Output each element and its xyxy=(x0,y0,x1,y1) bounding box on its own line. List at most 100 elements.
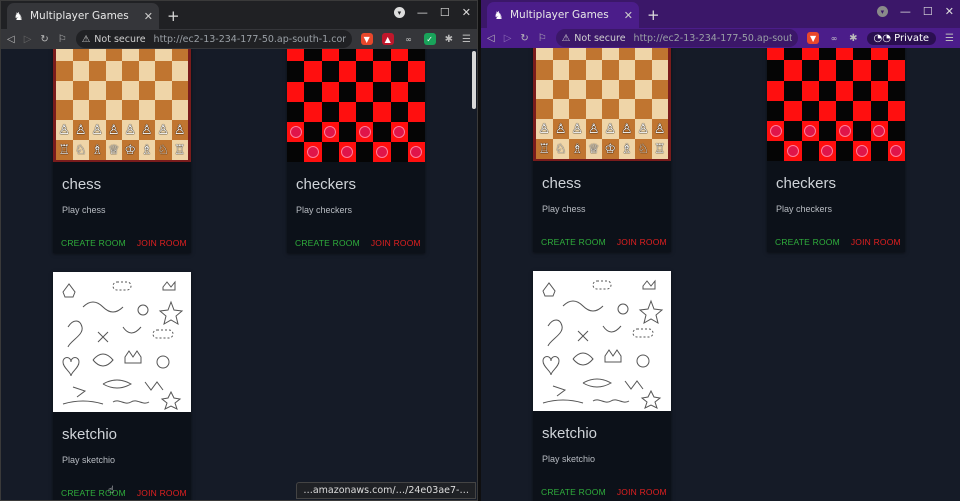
create-room-button[interactable]: CREATE ROOM xyxy=(295,238,360,248)
checkers-board-image xyxy=(287,49,425,162)
card-actions: CREATE ROOM JOIN ROOM xyxy=(61,488,191,498)
game-title: checkers xyxy=(776,175,837,192)
reload-icon[interactable]: ↻ xyxy=(520,33,528,44)
page-content: ♜♞♝♛♚♝♞♜ ♟♟♟♟♟♟♟♟ ♙♙♙♙♙♙♙♙ ♖♘♗♕♔♗♘♖ ches… xyxy=(1,49,477,500)
join-room-button[interactable]: JOIN ROOM xyxy=(137,488,187,498)
game-title: chess xyxy=(62,176,102,193)
new-tab-button[interactable]: + xyxy=(647,6,660,24)
address-bar[interactable]: ⚠ Not secure http://ec2-13-234-177-50.ap… xyxy=(75,30,352,48)
join-room-button[interactable]: JOIN ROOM xyxy=(617,487,667,497)
reload-icon[interactable]: ↻ xyxy=(40,34,48,45)
game-title: chess xyxy=(542,175,582,192)
private-window-badge[interactable]: ◔◔ Private xyxy=(866,31,937,45)
game-card-chess: ♜♞♝♛♚♝♞♜ ♟♟♟♟♟♟♟♟ ♙♙♙♙♙♙♙♙ ♖♘♗♕♔♗♘♖ ches… xyxy=(53,49,191,253)
game-card-sketchio: sketchio Play sketchio CREATE ROOM JOIN … xyxy=(533,271,671,501)
shield-extension-icon[interactable]: ✓ xyxy=(423,33,436,45)
extensions-puzzle-icon[interactable]: ✱ xyxy=(445,34,453,45)
back-icon[interactable]: ◁ xyxy=(7,34,15,45)
chess-board-image: ♜♞♝♛♚♝♞♜ ♟♟♟♟♟♟♟♟ ♙♙♙♙♙♙♙♙ ♖♘♗♕♔♗♘♖ xyxy=(53,49,191,162)
glasses-extension-icon[interactable]: ∞ xyxy=(403,33,415,45)
menu-icon[interactable]: ☰ xyxy=(945,33,954,44)
minimize-button[interactable]: — xyxy=(417,6,428,19)
window-controls: ▾ — ☐ ✕ xyxy=(876,5,954,18)
game-description: Play checkers xyxy=(296,205,353,215)
card-actions: CREATE ROOM JOIN ROOM xyxy=(541,487,671,497)
tab-title: Multiplayer Games xyxy=(30,10,129,22)
chess-knight-icon: ♞ xyxy=(13,9,24,23)
game-card-chess: ♜♞♝♛♚♝♞♜ ♟♟♟♟♟♟♟♟ ♙♙♙♙♙♙♙♙ ♖♘♗♕♔♗♘♖ ches… xyxy=(533,48,671,252)
create-room-button[interactable]: CREATE ROOM xyxy=(61,238,126,248)
card-actions: CREATE ROOM JOIN ROOM xyxy=(775,237,905,247)
game-title: sketchio xyxy=(542,425,598,442)
navigation-toolbar: ◁ ▷ ↻ ⚐ ⚠ Not secure http://ec2-13-234-1… xyxy=(1,29,477,49)
tab-multiplayer-games[interactable]: ♞ Multiplayer Games ✕ xyxy=(487,2,639,28)
chess-board-image: ♜♞♝♛♚♝♞♜ ♟♟♟♟♟♟♟♟ ♙♙♙♙♙♙♙♙ ♖♘♗♕♔♗♘♖ xyxy=(533,48,671,161)
address-bar[interactable]: ⚠ Not secure http://ec2-13-234-177-50.ap… xyxy=(555,29,799,47)
brave-shield-icon[interactable]: ▼ xyxy=(360,33,373,45)
game-card-checkers: checkers Play checkers CREATE ROOM JOIN … xyxy=(287,49,425,253)
card-actions: CREATE ROOM JOIN ROOM xyxy=(61,238,191,248)
extensions-puzzle-icon[interactable]: ✱ xyxy=(849,33,857,44)
join-room-button[interactable]: JOIN ROOM xyxy=(137,238,187,248)
desktop: ♞ Multiplayer Games ✕ + ▾ — ☐ ✕ ◁ ▷ ↻ ⚐ … xyxy=(0,0,960,501)
game-title: sketchio xyxy=(62,426,118,443)
window-controls: ▾ — ☐ ✕ xyxy=(393,6,471,19)
game-card-checkers: checkers Play checkers CREATE ROOM JOIN … xyxy=(767,48,905,252)
sketchio-doodle-image xyxy=(533,271,671,411)
url-text: http://ec2-13-234-177-50.ap-sout... xyxy=(633,32,793,44)
status-bar-url: …amazonaws.com/…/24e03ae7-… xyxy=(296,482,476,499)
checkers-board-image xyxy=(767,48,905,161)
minimize-button[interactable]: — xyxy=(900,5,911,18)
game-description: Play sketchio xyxy=(62,455,116,465)
scrollbar-thumb[interactable] xyxy=(472,51,476,109)
menu-icon[interactable]: ☰ xyxy=(462,34,471,45)
warning-icon: ⚠ xyxy=(561,32,571,44)
tab-title: Multiplayer Games xyxy=(510,9,609,21)
brave-shield-icon[interactable]: ▼ xyxy=(807,32,820,44)
close-tab-icon[interactable]: ✕ xyxy=(144,10,153,23)
game-description: Play checkers xyxy=(776,204,833,214)
tab-strip: ♞ Multiplayer Games ✕ + ▾ — ☐ ✕ xyxy=(1,1,477,29)
bookmark-icon[interactable]: ⚐ xyxy=(538,33,547,44)
maximize-button[interactable]: ☐ xyxy=(440,6,450,19)
url-text: http://ec2-13-234-177-50.ap-south-1.com.… xyxy=(153,33,346,45)
tab-search-icon[interactable]: ▾ xyxy=(393,7,405,18)
join-room-button[interactable]: JOIN ROOM xyxy=(617,237,667,247)
card-actions: CREATE ROOM JOIN ROOM xyxy=(541,237,671,247)
card-actions: CREATE ROOM JOIN ROOM xyxy=(295,238,425,248)
brave-rewards-icon[interactable]: ▲ xyxy=(381,33,394,45)
tab-strip: ♞ Multiplayer Games ✕ + ▾ — ☐ ✕ xyxy=(481,0,960,28)
mouse-cursor-icon: ☝ xyxy=(108,485,115,496)
bookmark-icon[interactable]: ⚐ xyxy=(58,34,67,45)
create-room-button[interactable]: CREATE ROOM xyxy=(541,487,606,497)
back-icon[interactable]: ◁ xyxy=(487,33,495,44)
game-description: Play chess xyxy=(62,205,106,215)
warning-icon: ⚠ xyxy=(81,33,91,45)
new-tab-button[interactable]: + xyxy=(167,7,180,25)
browser-window-left: ♞ Multiplayer Games ✕ + ▾ — ☐ ✕ ◁ ▷ ↻ ⚐ … xyxy=(0,0,478,501)
create-room-button[interactable]: CREATE ROOM xyxy=(61,488,126,498)
close-tab-icon[interactable]: ✕ xyxy=(624,9,633,22)
page-content: ♜♞♝♛♚♝♞♜ ♟♟♟♟♟♟♟♟ ♙♙♙♙♙♙♙♙ ♖♘♗♕♔♗♘♖ ches… xyxy=(481,48,960,501)
navigation-toolbar: ◁ ▷ ↻ ⚐ ⚠ Not secure http://ec2-13-234-1… xyxy=(481,28,960,48)
not-secure-label: Not secure xyxy=(574,32,626,44)
tab-search-icon[interactable]: ▾ xyxy=(876,6,888,17)
maximize-button[interactable]: ☐ xyxy=(923,5,933,18)
tab-multiplayer-games[interactable]: ♞ Multiplayer Games ✕ xyxy=(7,3,159,29)
create-room-button[interactable]: CREATE ROOM xyxy=(541,237,606,247)
incognito-glasses-icon: ◔◔ xyxy=(873,32,895,44)
close-window-button[interactable]: ✕ xyxy=(462,6,471,19)
game-description: Play chess xyxy=(542,204,586,214)
join-room-button[interactable]: JOIN ROOM xyxy=(851,237,901,247)
forward-icon[interactable]: ▷ xyxy=(504,33,512,44)
join-room-button[interactable]: JOIN ROOM xyxy=(371,238,421,248)
browser-window-right-private: ♞ Multiplayer Games ✕ + ▾ — ☐ ✕ ◁ ▷ ↻ ⚐ … xyxy=(481,0,960,501)
create-room-button[interactable]: CREATE ROOM xyxy=(775,237,840,247)
game-description: Play sketchio xyxy=(542,454,596,464)
not-secure-label: Not secure xyxy=(94,33,146,45)
close-window-button[interactable]: ✕ xyxy=(945,5,954,18)
glasses-extension-icon[interactable]: ∞ xyxy=(828,32,840,44)
forward-icon[interactable]: ▷ xyxy=(24,34,32,45)
sketchio-doodle-image xyxy=(53,272,191,412)
game-card-sketchio: sketchio Play sketchio CREATE ROOM JOIN … xyxy=(53,272,191,500)
